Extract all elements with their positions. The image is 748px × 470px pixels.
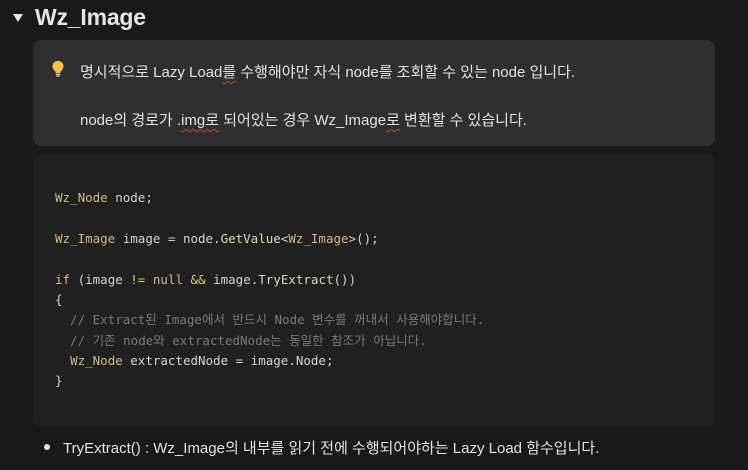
code-line-8: } — [55, 373, 63, 388]
spellcheck-underline: 를 — [222, 64, 237, 81]
bullet-icon — [44, 444, 50, 450]
collapse-toggle-triangle-icon[interactable] — [11, 11, 25, 25]
code-line-2: Wz_Image image = node.GetValue<Wz_Image>… — [55, 231, 379, 246]
code-line-3: if (image != null && image.TryExtract()) — [55, 272, 357, 287]
code-line-6-comment: // 기존 node와 extractedNode는 동일한 참조가 아닙니다. — [55, 333, 427, 348]
heading-title: Wz_Image — [35, 4, 146, 30]
callout-text-line-2: node의 경로가 .img로 되어있는 경우 Wz_Image로 변환할 수 … — [80, 112, 527, 129]
spellcheck-underline: img로 — [181, 112, 220, 129]
callout-block: 명시적으로 Lazy Load를 수행해야만 자식 node를 조회할 수 있는… — [33, 40, 715, 146]
spellcheck-underline: 로 — [386, 112, 400, 129]
code-block[interactable]: Wz_Node node; Wz_Image image = node.GetV… — [33, 154, 715, 426]
page-heading: Wz_Image — [0, 0, 748, 38]
list-item-text: TryExtract() : Wz_Image의 내부를 읽기 전에 수행되어야… — [63, 440, 600, 457]
code-line-5-comment: // Extract된 Image에서 반드시 Node 변수를 꺼내서 사용해… — [55, 312, 485, 327]
callout-text-line-1: 명시적으로 Lazy Load를 수행해야만 자식 node를 조회할 수 있는… — [80, 64, 576, 81]
lightbulb-icon — [51, 60, 65, 78]
code-line-7: Wz_Node extractedNode = image.Node; — [70, 353, 334, 368]
code-line-1: Wz_Node node; — [55, 190, 153, 205]
code-line-4: { — [55, 292, 63, 307]
